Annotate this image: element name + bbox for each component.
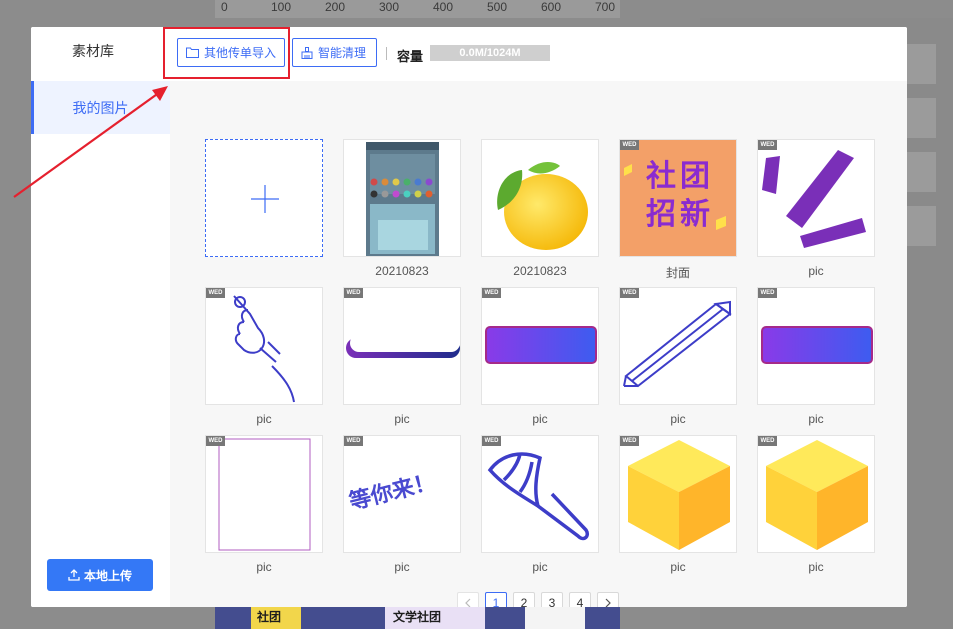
image-tile[interactable] [481,139,599,257]
ruler-tick: 500 [487,0,508,14]
material-library-modal: 素材库 我的图片 本地上传 其他传单导入 智能清理 容量 0.0M/1024M … [31,27,907,607]
chevron-left-icon [465,598,471,607]
background-text: 文学社团 [393,610,442,624]
image-caption: pic [256,412,272,426]
image-tile[interactable]: WED [343,287,461,405]
image-tile[interactable]: WED [205,287,323,405]
file-type-badge: WED [758,140,777,150]
pagination-page-1[interactable]: 1 [485,592,507,607]
add-image-tile[interactable] [205,139,323,257]
capacity-value: 0.0M/1024M [459,47,521,59]
pagination-prev-button[interactable] [457,592,479,607]
image-tile[interactable]: WED [757,287,875,405]
poster-character: 社 [646,159,676,194]
file-type-badge: WED [206,436,225,446]
image-grid-area: 20210823 20210823 社团招新 WED 封面 WED pic WED pic WED… [170,81,907,607]
pagination-next-button[interactable] [597,592,619,607]
header-divider [386,47,387,60]
ruler-tick: 700 [595,0,616,14]
image-caption: pic [256,560,272,574]
image-tile[interactable]: 等你来！ WED [343,435,461,553]
image-tile[interactable] [343,139,461,257]
file-type-badge: WED [344,288,363,298]
image-caption: pic [670,412,686,426]
capacity-progress-bar: 0.0M/1024M [430,45,550,61]
background-ruler: 0 100 200 300 400 500 600 700 [215,0,620,18]
image-caption: 20210823 [513,264,567,278]
image-caption: pic [532,560,548,574]
image-caption: pic [808,264,824,278]
image-tile[interactable]: WED [757,435,875,553]
upload-label: 本地上传 [83,568,132,583]
upload-icon [68,569,80,581]
file-type-badge: WED [482,288,501,298]
ruler-tick: 200 [325,0,346,14]
image-tile[interactable]: WED [481,287,599,405]
poster-character: 团 [680,159,710,194]
image-caption: pic [808,560,824,574]
ruler-tick: 100 [271,0,292,14]
background-text: 社团 [257,610,282,624]
clean-label: 智能清理 [318,46,367,60]
pagination-page-4[interactable]: 4 [569,592,591,607]
background-canvas-strip: 社团 文学社团 [215,606,620,629]
image-caption: pic [394,560,410,574]
plus-icon [251,185,279,213]
capacity-label: 容量 [397,49,424,64]
image-caption: pic [670,560,686,574]
text-art: 等你来！ [346,469,439,516]
file-type-badge: WED [620,140,639,150]
image-tile[interactable]: WED [619,287,737,405]
sidebar-item-my-images[interactable]: 我的图片 [31,81,170,134]
file-type-badge: WED [758,436,777,446]
pagination-page-2[interactable]: 2 [513,592,535,607]
file-type-badge: WED [620,288,639,298]
image-tile[interactable]: WED [205,435,323,553]
image-tile[interactable]: 社团招新 WED [619,139,737,257]
image-tile[interactable]: WED [619,435,737,553]
file-type-badge: WED [758,288,777,298]
ruler-tick: 300 [379,0,400,14]
local-upload-button[interactable]: 本地上传 [47,559,153,591]
annotation-highlight-box [163,27,290,79]
chevron-right-icon [605,598,611,607]
pagination: 1 2 3 4 [170,592,907,607]
image-tile[interactable]: WED [757,139,875,257]
poster-character: 新 [680,197,710,232]
file-type-badge: WED [344,436,363,446]
broom-icon [301,46,313,59]
file-type-badge: WED [482,436,501,446]
image-tile[interactable]: WED [481,435,599,553]
poster-character: 招 [646,197,676,232]
image-caption: 封面 [665,266,690,280]
image-caption: pic [532,412,548,426]
file-type-badge: WED [206,288,225,298]
ruler-tick: 0 [221,0,228,14]
image-caption: 20210823 [375,264,429,278]
sidebar-title: 素材库 [72,43,114,59]
image-caption: pic [808,412,824,426]
sidebar-item-label: 我的图片 [72,100,129,116]
ruler-tick: 400 [433,0,454,14]
image-caption: pic [394,412,410,426]
ruler-tick: 600 [541,0,562,14]
file-type-badge: WED [620,436,639,446]
pagination-page-3[interactable]: 3 [541,592,563,607]
smart-clean-button[interactable]: 智能清理 [292,38,377,67]
background-block [525,606,585,629]
sidebar: 素材库 我的图片 本地上传 [31,27,170,607]
